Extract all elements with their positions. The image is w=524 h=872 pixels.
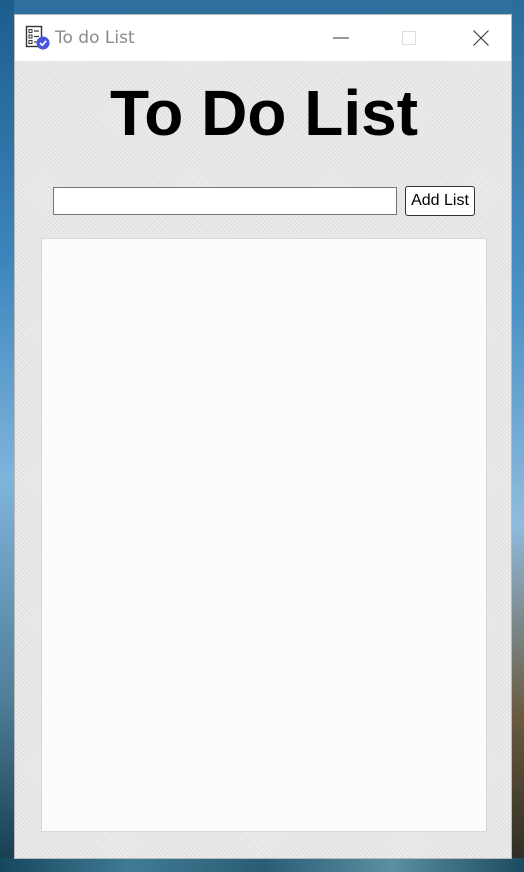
app-window: To do List To Do List Add List — [14, 14, 512, 859]
maximize-button[interactable] — [386, 15, 432, 61]
minimize-button[interactable] — [318, 15, 364, 61]
desktop-background-bottom — [0, 858, 524, 872]
add-list-button[interactable]: Add List — [405, 186, 475, 216]
page-heading: To Do List — [109, 77, 419, 149]
desktop-background-right — [512, 0, 524, 872]
window-title: To do List — [55, 28, 135, 48]
new-list-input[interactable] — [53, 187, 397, 215]
minimize-icon — [333, 37, 349, 39]
close-button[interactable] — [458, 15, 504, 61]
todo-list-panel — [41, 238, 487, 832]
checklist-icon — [25, 25, 51, 51]
maximize-icon — [402, 31, 416, 45]
close-icon — [473, 30, 489, 46]
desktop-background-left — [0, 0, 14, 872]
title-bar[interactable]: To do List — [15, 15, 511, 61]
